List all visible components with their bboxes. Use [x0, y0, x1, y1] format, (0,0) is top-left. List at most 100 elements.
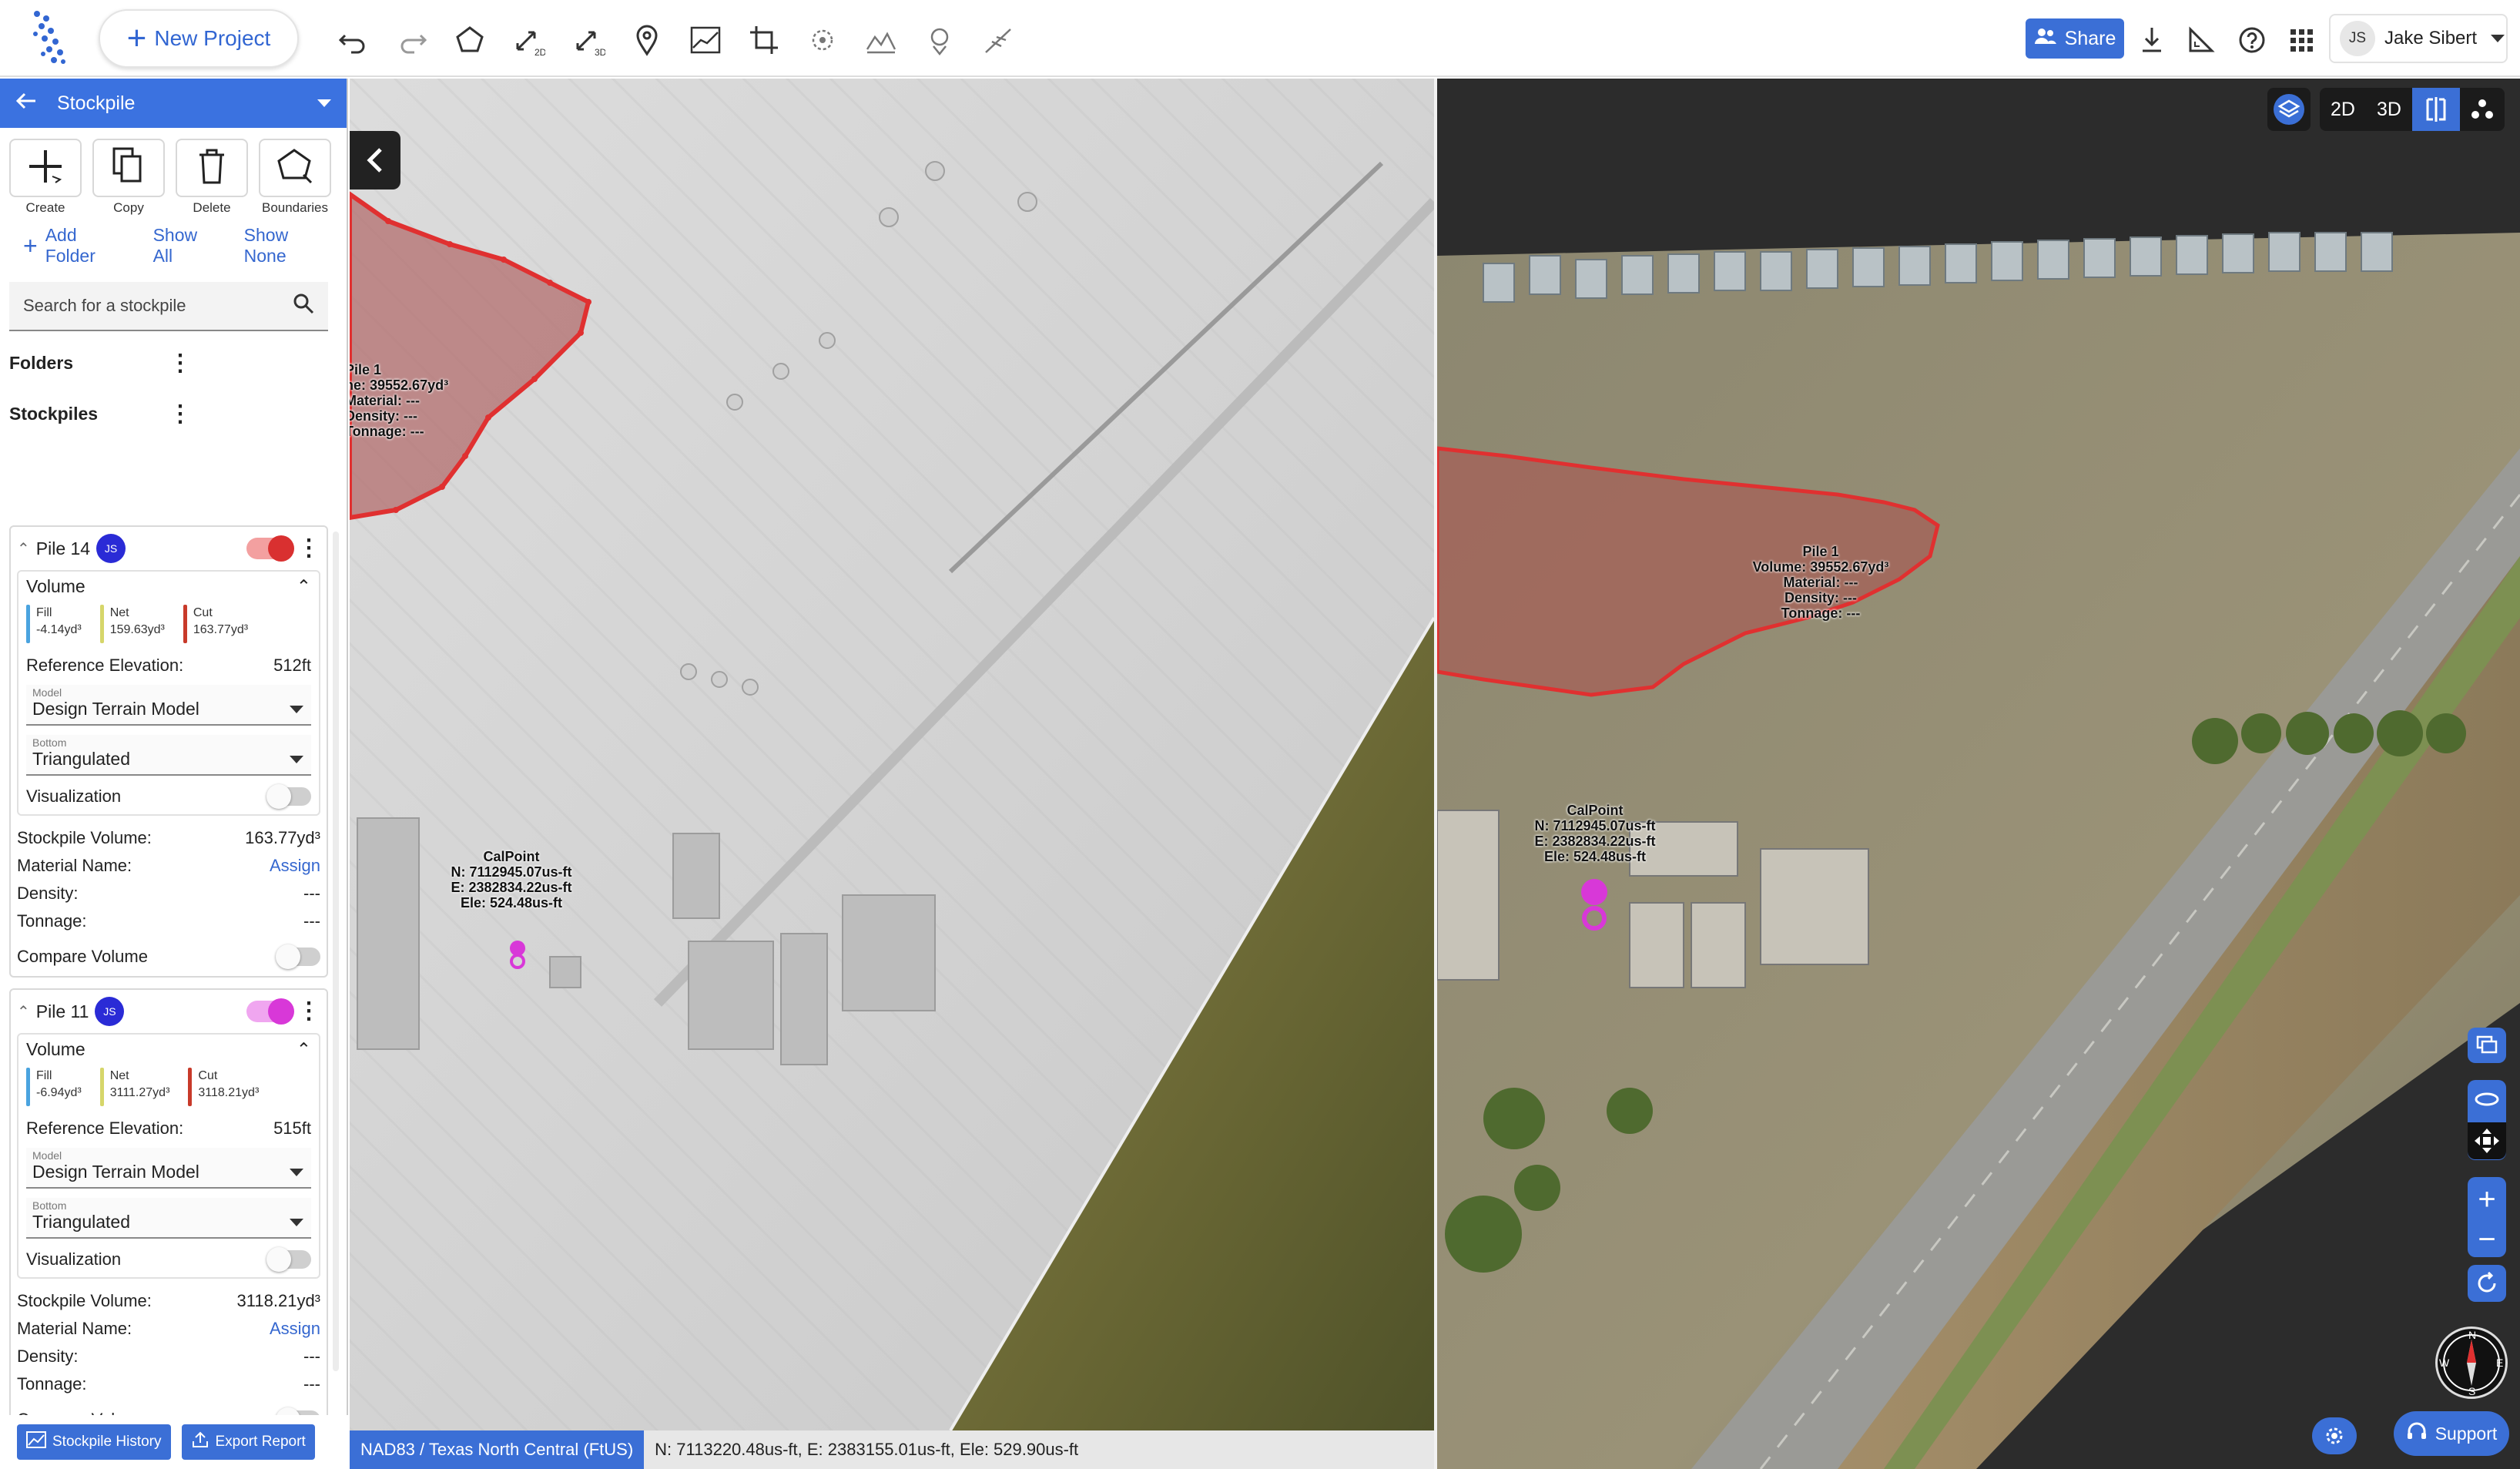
stockpile-history-button[interactable]: Stockpile History: [17, 1424, 171, 1460]
stockpile-volume-value: 3118.21yd³: [236, 1291, 320, 1310]
delete-button[interactable]: Delete: [176, 139, 248, 216]
panel-tools: Create Copy Delete Boundaries: [0, 128, 347, 220]
settings-icon: [2326, 1427, 2343, 1444]
collapse-panel-button[interactable]: [350, 131, 400, 189]
map-2d-view[interactable]: Pile 1 ne: 39552.67yd³ Material: --- Den…: [350, 79, 1434, 1430]
folders-label: Folders: [9, 353, 74, 373]
slope-icon[interactable]: [978, 20, 1018, 60]
visualization-toggle[interactable]: [266, 1247, 311, 1272]
layers-button[interactable]: [2267, 88, 2311, 131]
volume-section: Volume ⌃ Fill -6.94yd³ Net 3111.27yd³ Cut 31…: [17, 1033, 320, 1279]
app-logo[interactable]: [28, 8, 74, 69]
download-icon[interactable]: [2132, 20, 2172, 60]
bottom-select[interactable]: Bottom Triangulated: [26, 735, 311, 776]
assign-material-link[interactable]: Assign: [270, 1319, 320, 1339]
new-project-button[interactable]: + New Project: [99, 9, 299, 68]
help-icon[interactable]: [2232, 20, 2272, 60]
add-folder-label: Add Folder: [45, 225, 96, 266]
split-divider[interactable]: [1434, 79, 1437, 1469]
create-button[interactable]: Create: [9, 139, 82, 216]
collapse-up-icon[interactable]: ⌃: [297, 576, 311, 597]
undo-icon[interactable]: [333, 20, 373, 60]
stockpiles-menu-icon[interactable]: ⋮: [169, 402, 328, 425]
crop-icon[interactable]: [744, 20, 784, 60]
visualization-toggle[interactable]: [266, 784, 311, 809]
zoom-in-icon[interactable]: +: [2478, 1184, 2495, 1215]
pile-header[interactable]: ⌃ Pile 14 JS ⋮: [11, 527, 327, 570]
view-3d-button[interactable]: 3D: [2366, 88, 2412, 131]
target-icon[interactable]: [803, 20, 843, 60]
layers-icon: [2274, 94, 2304, 125]
export-report-button[interactable]: Export Report: [181, 1424, 315, 1460]
pile-owner-badge: JS: [96, 534, 126, 563]
crs-selector[interactable]: NAD83 / Texas North Central (FtUS): [350, 1430, 645, 1469]
terrain-icon[interactable]: [861, 20, 901, 60]
bottom-caption: Bottom: [32, 736, 67, 749]
map-3d-view[interactable]: Pile 1 Volume: 39552.67yd³ Material: ---…: [1437, 79, 2520, 1469]
search-icon[interactable]: [293, 293, 314, 319]
search-placeholder: Search for a stockpile: [23, 296, 186, 315]
fill-amount: -6.94yd³: [36, 1086, 82, 1099]
pile-menu-icon[interactable]: ⋮: [297, 537, 320, 560]
measure-3d-icon[interactable]: 3D: [568, 20, 608, 60]
collapse-chevron-icon[interactable]: ⌃: [17, 539, 30, 558]
compass-icon[interactable]: N S W E: [2435, 1326, 2508, 1399]
settings-button[interactable]: [2312, 1417, 2357, 1454]
stockpile-volume-label: Stockpile Volume:: [17, 828, 152, 847]
pile-visibility-toggle[interactable]: [246, 535, 294, 562]
show-all-link[interactable]: Show All: [153, 225, 218, 267]
copy-label: Copy: [113, 200, 144, 215]
model-value: Design Terrain Model: [32, 699, 199, 719]
pile-header[interactable]: ⌃ Pile 11 JS ⋮: [11, 990, 327, 1033]
collapse-chevron-icon[interactable]: ⌃: [17, 1002, 30, 1021]
pan-icon[interactable]: [2468, 1122, 2506, 1159]
pile-menu-icon[interactable]: ⋮: [297, 1000, 320, 1023]
split-view-button[interactable]: [2411, 88, 2460, 131]
folders-menu-icon[interactable]: ⋮: [169, 351, 328, 374]
reset-view-button[interactable]: [2468, 1265, 2506, 1302]
view-2d-button[interactable]: 2D: [2320, 88, 2366, 131]
profile-icon[interactable]: [685, 20, 726, 60]
bottom-select[interactable]: Bottom Triangulated: [26, 1198, 311, 1239]
cut-amount: 3118.21yd³: [198, 1086, 260, 1099]
ref-elevation-value[interactable]: 515ft: [273, 1119, 311, 1139]
caret-down-icon: [2491, 35, 2505, 42]
panel-header: Stockpile: [0, 79, 347, 128]
boundaries-button[interactable]: Boundaries: [259, 139, 331, 216]
ruler-icon[interactable]: [2181, 20, 2221, 60]
status-bar: NAD83 / Texas North Central (FtUS) N: 71…: [350, 1430, 1434, 1469]
pile-visibility-toggle[interactable]: [246, 998, 294, 1025]
cut-amount: 163.77yd³: [193, 623, 249, 636]
net-label: Net: [109, 606, 129, 619]
redo-icon[interactable]: [393, 20, 433, 60]
stockpiles-label: Stockpiles: [9, 404, 99, 424]
zoom-out-icon[interactable]: −: [2478, 1224, 2495, 1255]
search-input[interactable]: Search for a stockpile: [9, 282, 328, 331]
ref-elevation-value[interactable]: 512ft: [273, 656, 311, 676]
model-select[interactable]: Model Design Terrain Model: [26, 685, 311, 726]
compare-volume-toggle[interactable]: [276, 944, 320, 969]
back-arrow-icon[interactable]: [15, 90, 37, 117]
orbit-icon[interactable]: [2474, 1086, 2500, 1116]
assign-material-link[interactable]: Assign: [270, 856, 320, 876]
dropdown-caret-icon[interactable]: [317, 99, 331, 107]
pointcloud-button[interactable]: [2460, 88, 2505, 131]
polygon-icon[interactable]: [450, 20, 490, 60]
volume-section: Volume ⌃ Fill -4.14yd³ Net 159.63yd³ Cut 163…: [17, 570, 320, 816]
screenshot-button[interactable]: [2468, 1028, 2506, 1063]
collapse-up-icon[interactable]: ⌃: [297, 1039, 311, 1060]
user-menu[interactable]: JS Jake Sibert: [2329, 14, 2508, 63]
pin-icon[interactable]: [627, 20, 667, 60]
support-button[interactable]: Support: [2394, 1411, 2509, 1456]
apps-grid-icon[interactable]: [2281, 20, 2321, 60]
copy-button[interactable]: Copy: [92, 139, 165, 216]
stockpile-list[interactable]: ⌃ Pile 14 JS ⋮ Volume ⌃ Fill -4.14yd³ Net 1…: [9, 525, 340, 1417]
measure-2d-icon[interactable]: 2D: [508, 20, 548, 60]
cut-value: Cut 163.77yd³: [183, 605, 248, 643]
hand-icon[interactable]: [920, 20, 960, 60]
model-select[interactable]: Model Design Terrain Model: [26, 1148, 311, 1189]
scrollbar[interactable]: [333, 532, 339, 1371]
add-folder-button[interactable]: + Add Folder: [23, 225, 127, 267]
share-button[interactable]: Share: [2026, 18, 2124, 59]
show-none-link[interactable]: Show None: [244, 225, 331, 267]
